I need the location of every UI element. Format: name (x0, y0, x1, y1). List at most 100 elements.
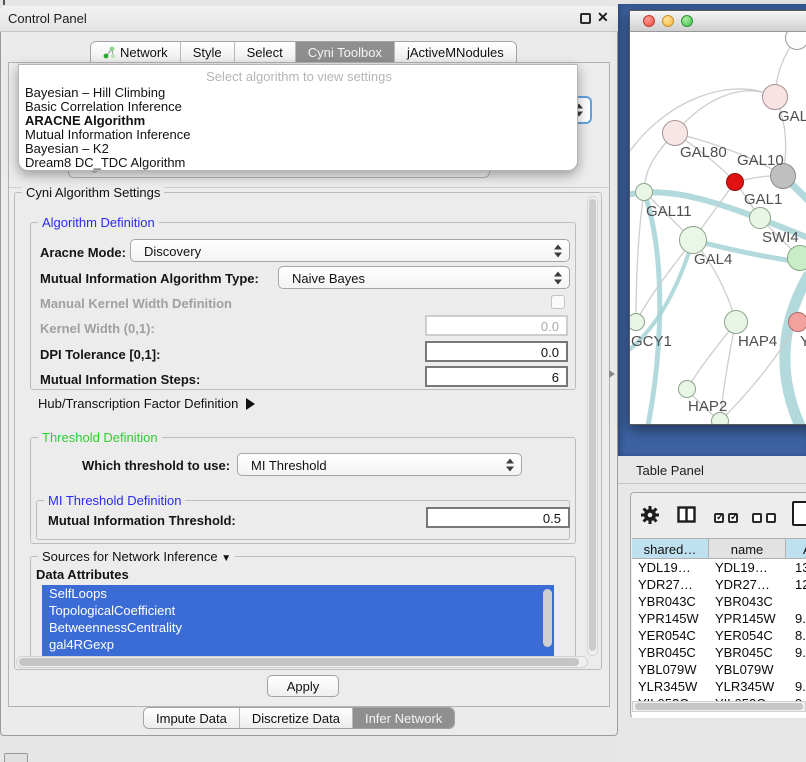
attribute-item-selected[interactable]: TopologicalCoefficient (42, 602, 554, 619)
network-node[interactable] (635, 183, 653, 201)
group-title: Algorithm Definition (38, 215, 159, 230)
check-glyph: ✓ (716, 512, 724, 523)
table-row[interactable]: YPR145WYPR145W9. (632, 610, 806, 627)
manual-kernel-checkbox[interactable] (551, 295, 565, 309)
mi-threshold-label: Mutual Information Threshold: (48, 513, 236, 528)
dpi-tolerance-field[interactable]: 0.0 (425, 341, 568, 362)
network-node[interactable] (787, 245, 806, 271)
algorithm-option[interactable]: Mutual Information Inference (25, 128, 573, 142)
table-cell: 12 (786, 576, 806, 593)
float-window-icon[interactable] (580, 13, 591, 24)
checked-checkbox-icon[interactable]: ✓ (714, 513, 724, 523)
algorithm-option[interactable]: Bayesian – Hill Climbing (25, 86, 573, 100)
table-rows: YDL19…YDL19…13YDR27…YDR27…12YBR043CYBR04… (632, 559, 806, 712)
group-title: Sources for Network Inference ▼ (38, 549, 235, 564)
column-header-shared-name[interactable]: shared… (632, 538, 709, 559)
gear-icon[interactable] (640, 505, 660, 530)
collapse-arrow-icon[interactable]: ▼ (221, 553, 231, 564)
unchecked-checkbox-icon[interactable] (766, 513, 776, 523)
unchecked-checkbox-icon[interactable] (752, 513, 762, 523)
algorithm-option-selected[interactable]: ARACNE Algorithm (25, 114, 573, 128)
algorithm-option[interactable]: Bayesian – K2 (25, 142, 573, 156)
algorithm-option[interactable]: Basic Correlation Inference (25, 100, 573, 114)
attribute-item-selected[interactable]: SelfLoops (42, 585, 554, 602)
network-icon (103, 46, 116, 62)
attribute-item-selected[interactable]: gal4RGexp (42, 636, 554, 653)
network-node[interactable] (678, 380, 696, 398)
algorithm-option[interactable]: Dream8 DC_TDC Algorithm (25, 156, 573, 170)
close-icon[interactable]: ✕ (597, 9, 609, 26)
attribute-list-scrollbar[interactable] (543, 589, 552, 647)
tab-infer-network[interactable]: Infer Network (353, 708, 454, 728)
network-canvas[interactable]: GALGAL80GAL10GAL1GAL11SWI4GAL4GCY1HAP4YH… (630, 32, 806, 424)
column-header-name[interactable]: name (709, 538, 786, 559)
network-node[interactable] (762, 84, 788, 110)
document-icon[interactable] (792, 501, 806, 526)
tab-discretize-data[interactable]: Discretize Data (240, 708, 353, 728)
mini-toolbar-button[interactable] (4, 753, 28, 762)
network-nodes-layer: GALGAL80GAL10GAL1GAL11SWI4GAL4GCY1HAP4YH… (630, 32, 806, 424)
dropdown-placeholder: Select algorithm to view settings (19, 69, 578, 84)
mi-steps-field[interactable]: 6 (425, 366, 568, 387)
attribute-item-selected[interactable]: BetweennessCentrality (42, 619, 554, 636)
tab-label: Infer Network (365, 711, 442, 726)
table-cell: YBR043C (709, 593, 786, 610)
hub-transcription-factor-toggle[interactable]: Hub/Transcription Factor Definition (38, 396, 255, 411)
table-cell: 13 (786, 559, 806, 576)
tab-label: Network (120, 45, 168, 60)
tab-impute-data[interactable]: Impute Data (144, 708, 240, 728)
kernel-width-field[interactable]: 0.0 (425, 315, 568, 336)
table-row[interactable]: YLR345WYLR345W9. (632, 678, 806, 695)
splitter-handle-icon[interactable] (609, 370, 615, 378)
group-title: Cyni Algorithm Settings (22, 185, 164, 200)
tab-label: Discretize Data (252, 711, 340, 726)
mi-threshold-field[interactable]: 0.5 (426, 507, 570, 528)
network-node[interactable] (749, 207, 771, 229)
tab-label: Select (247, 45, 283, 60)
network-node[interactable] (630, 313, 645, 331)
table-row[interactable]: YBR043CYBR043C (632, 593, 806, 610)
network-node[interactable] (679, 226, 707, 254)
aracne-mode-combo[interactable]: Discovery (130, 239, 570, 262)
zoom-traffic-light[interactable] (681, 15, 693, 27)
network-node[interactable] (788, 312, 806, 332)
scrollbar-thumb[interactable] (19, 658, 579, 666)
settings-vertical-scrollbar[interactable] (587, 196, 598, 656)
control-panel-titlebar[interactable] (0, 6, 618, 32)
network-window-titlebar[interactable] (629, 10, 806, 32)
table-row[interactable]: YDL19…YDL19…13 (632, 559, 806, 576)
close-traffic-light[interactable] (643, 15, 655, 27)
which-threshold-label: Which threshold to use: (82, 458, 230, 473)
tab-select[interactable]: Select (235, 42, 296, 63)
table-cell: YBL079W (632, 661, 709, 678)
table-row[interactable]: YBR045CYBR045C9. (632, 644, 806, 661)
screen: Control Panel ✕ Network Style Select Cyn… (0, 0, 806, 762)
network-node[interactable] (662, 120, 688, 146)
table-cell: YPR145W (632, 610, 709, 627)
table-row[interactable]: YBL079WYBL079W (632, 661, 806, 678)
mi-type-combo[interactable]: Naive Bayes (278, 266, 570, 289)
table-cell (786, 661, 806, 678)
tab-jactivemnodules[interactable]: jActiveMNodules (395, 42, 516, 63)
apply-button[interactable]: Apply (267, 675, 339, 697)
tab-network[interactable]: Network (91, 42, 181, 63)
scrollbar-thumb[interactable] (635, 703, 803, 710)
table-horizontal-scrollbar[interactable] (632, 701, 806, 712)
tab-style[interactable]: Style (181, 42, 235, 63)
network-node[interactable] (785, 32, 806, 50)
node-table: shared… name A YDL19…YDL19…13YDR27…YDR27… (632, 538, 806, 718)
network-node[interactable] (724, 310, 748, 334)
network-node[interactable] (726, 173, 744, 191)
minimize-traffic-light[interactable] (662, 15, 674, 27)
scrollbar-thumb[interactable] (589, 199, 596, 651)
checked-checkbox-icon[interactable]: ✓ (728, 513, 738, 523)
table-cell: YLR345W (709, 678, 786, 695)
column-header-partial[interactable]: A (786, 538, 806, 559)
which-threshold-combo[interactable]: MI Threshold (237, 453, 522, 476)
settings-horizontal-scrollbar[interactable] (16, 656, 588, 668)
table-row[interactable]: YER054CYER054C8. (632, 627, 806, 644)
split-panel-icon[interactable] (677, 506, 696, 528)
tab-cyni-toolbox[interactable]: Cyni Toolbox (296, 42, 395, 63)
table-row[interactable]: YDR27…YDR27…12 (632, 576, 806, 593)
data-attributes-list: SelfLoops TopologicalCoefficient Between… (42, 585, 554, 657)
